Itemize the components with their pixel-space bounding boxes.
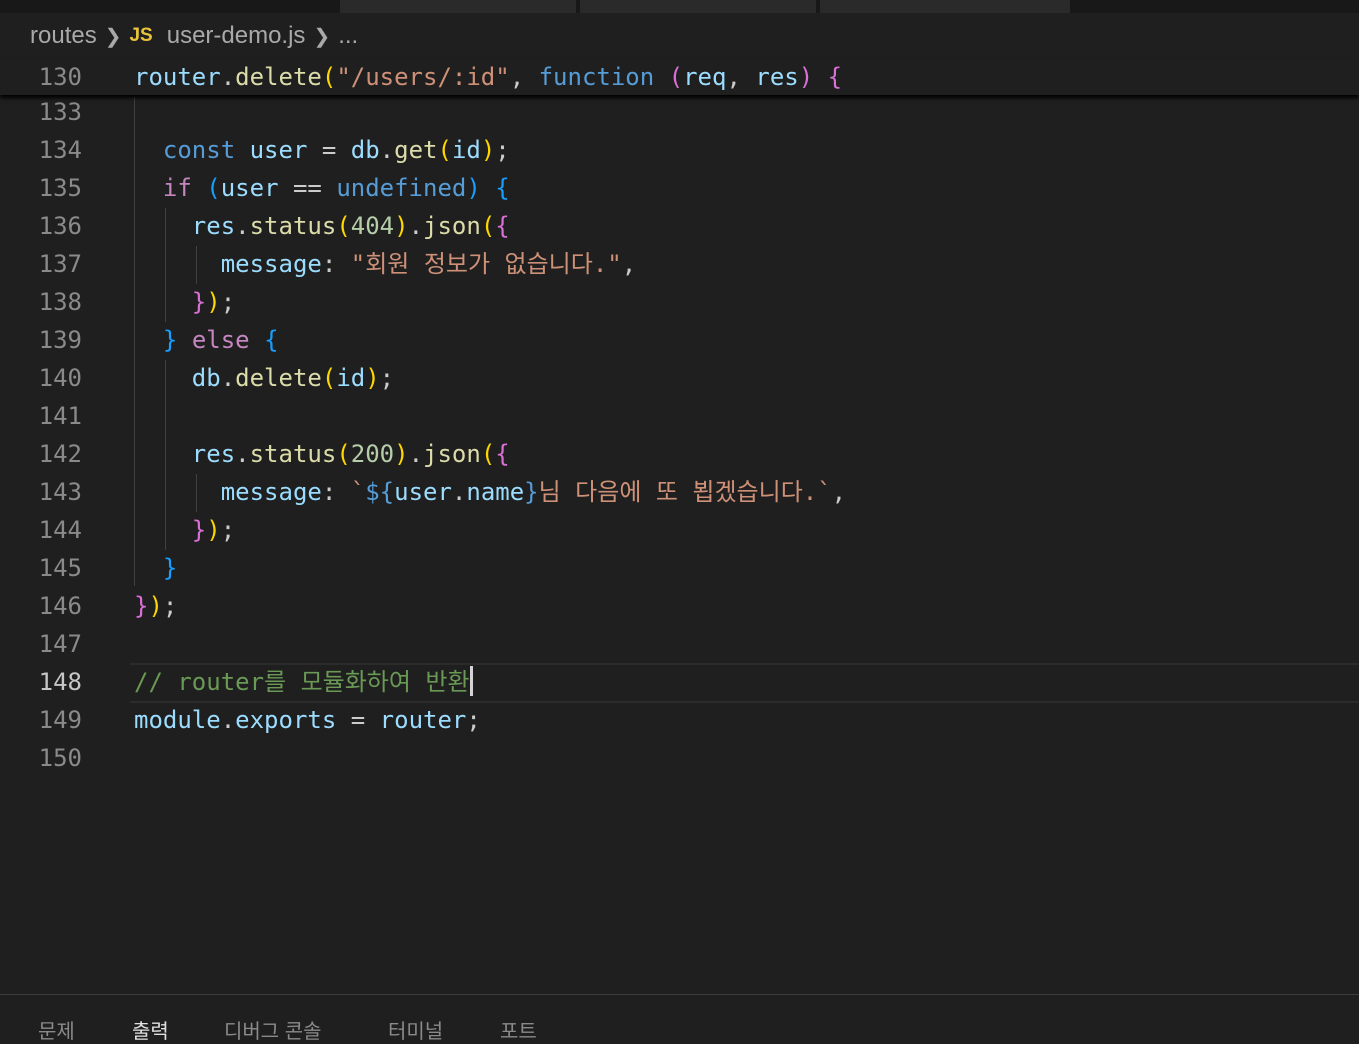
breadcrumb: routes ❯ JS user-demo.js ❯ ... — [30, 20, 358, 52]
tab-ports[interactable]: 포트 — [500, 1015, 537, 1044]
code-line[interactable]: const user = db.get(id); — [134, 131, 510, 169]
code-line[interactable]: db.delete(id); — [134, 359, 394, 397]
line-number: 141 — [38, 402, 82, 430]
code-line[interactable]: } else { — [134, 321, 279, 359]
tab-terminal[interactable]: 터미널 — [388, 1015, 443, 1044]
line-number: 143 — [38, 478, 82, 506]
line-number: 140 — [38, 364, 82, 392]
code-line[interactable]: }); — [134, 587, 177, 625]
editor-tab[interactable] — [820, 0, 1070, 13]
breadcrumb-more[interactable]: ... — [338, 22, 358, 50]
code-line[interactable]: if (user == undefined) { — [134, 169, 510, 207]
line-number: 138 — [38, 288, 82, 316]
line-number: 149 — [38, 706, 82, 734]
tab-output[interactable]: 출력 — [132, 1015, 169, 1044]
code-line[interactable]: res.status(404).json({ — [134, 207, 510, 245]
line-number: 150 — [38, 744, 82, 772]
code-line-active[interactable]: // router를 모듈화하여 반환 — [134, 663, 473, 701]
line-number: 142 — [38, 440, 82, 468]
code-line[interactable]: message: `${user.name}님 다음에 또 뵙겠습니다.`, — [134, 473, 846, 511]
line-number: 139 — [38, 326, 82, 354]
line-number: 136 — [38, 212, 82, 240]
code-line[interactable]: module.exports = router; — [134, 701, 481, 739]
code-line[interactable]: }); — [134, 511, 235, 549]
chevron-right-icon: ❯ — [313, 25, 331, 48]
line-number: 133 — [38, 98, 82, 126]
code-line[interactable]: } — [134, 549, 177, 587]
line-number: 144 — [38, 516, 82, 544]
tab-debug-console[interactable]: 디버그 콘솔 — [224, 1015, 322, 1044]
javascript-file-icon: JS — [129, 25, 153, 46]
panel-tab-bar: 문제 출력 디버그 콘솔 터미널 포트 — [0, 994, 1359, 1043]
line-number: 147 — [38, 630, 82, 658]
editor-tab[interactable] — [340, 0, 576, 13]
line-number: 137 — [38, 250, 82, 278]
breadcrumb-folder[interactable]: routes — [30, 22, 97, 50]
line-number: 146 — [38, 592, 82, 620]
text-cursor — [469, 666, 473, 696]
code-line[interactable]: }); — [134, 283, 235, 321]
line-number: 134 — [38, 136, 82, 164]
chevron-right-icon: ❯ — [104, 25, 122, 48]
line-number-active: 148 — [38, 668, 82, 696]
line-number: 130 — [38, 63, 82, 91]
code-line[interactable]: router.delete("/users/:id", function (re… — [134, 58, 842, 96]
line-number: 135 — [38, 174, 82, 202]
line-number: 145 — [38, 554, 82, 582]
code-line[interactable]: message: "회원 정보가 없습니다.", — [134, 245, 636, 283]
code-line[interactable]: res.status(200).json({ — [134, 435, 510, 473]
tab-problems[interactable]: 문제 — [38, 1015, 75, 1044]
breadcrumb-file[interactable]: user-demo.js — [167, 22, 306, 50]
editor-tab[interactable] — [580, 0, 816, 13]
editor-tab-strip[interactable] — [0, 0, 1359, 13]
sticky-scroll-header[interactable]: 130 router.delete("/users/:id", function… — [0, 58, 1359, 95]
